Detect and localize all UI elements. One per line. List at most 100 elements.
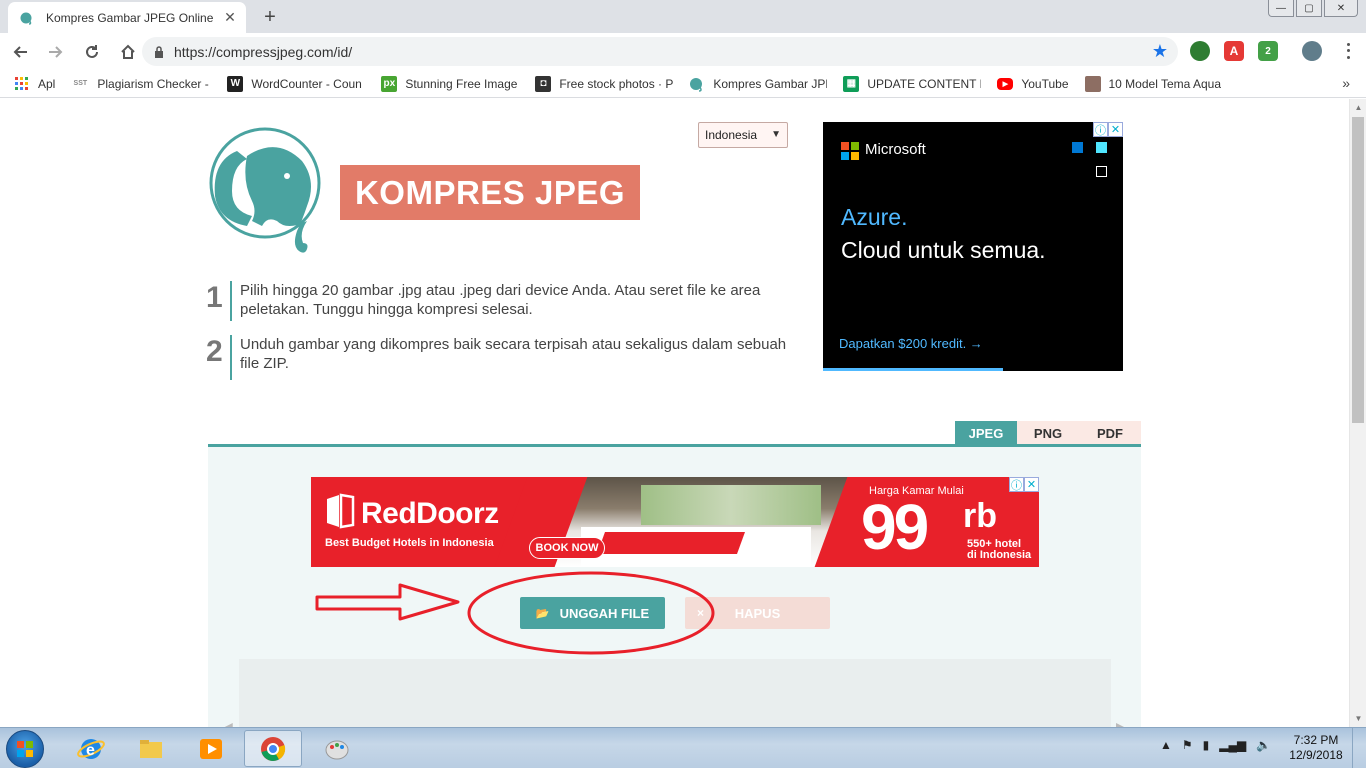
home-icon (121, 44, 135, 59)
taskbar-paint[interactable] (308, 730, 366, 767)
language-value: Indonesia (705, 128, 758, 142)
bookmark-label: 10 Model Tema Aqua (1108, 76, 1221, 91)
ad-hotel-count: 550+ hotel di Indonesia (967, 539, 1031, 561)
url-text: https://compressjpeg.com/id/ (174, 43, 353, 60)
new-tab-button[interactable]: + (258, 5, 282, 29)
bookmark-model-tema-aqua[interactable]: 10 Model Tema Aqua (1084, 75, 1221, 92)
lock-icon (155, 45, 163, 58)
ad-choices: ⓘ ✕ (1009, 477, 1039, 492)
elephant-logo-icon (209, 127, 321, 253)
ad-hotel-line: di Indonesia (967, 549, 1032, 561)
taskbar-ie[interactable]: e (62, 730, 120, 767)
sst-icon: SST (73, 80, 88, 87)
tab-pdf[interactable]: PDF (1079, 421, 1141, 446)
bookmark-plagiarism-checker[interactable]: SST Plagiarism Checker - (71, 76, 211, 92)
home-button[interactable] (112, 36, 144, 68)
window-controls: — ▢ ✕ (1268, 0, 1358, 17)
windows-logo-icon (17, 741, 33, 757)
acrobat-extension-icon[interactable]: A (1224, 41, 1244, 61)
tab-jpeg[interactable]: JPEG (955, 421, 1017, 446)
book-now-button[interactable]: BOOK NOW (529, 537, 605, 559)
ad-info-icon[interactable]: ⓘ (1009, 477, 1024, 492)
action-center-flag-icon[interactable]: ⚑ (1182, 738, 1193, 752)
bookmarks-more-icon[interactable]: » (1342, 75, 1350, 91)
forward-button[interactable] (40, 36, 72, 68)
step-number: 1 (206, 281, 223, 314)
ad-cta[interactable]: Dapatkan $200 kredit. → (839, 336, 983, 351)
brand-title: KOMPRES JPEG (340, 165, 640, 220)
tray-expand-icon[interactable]: ▲ (1160, 738, 1172, 752)
taskbar-explorer[interactable] (122, 730, 180, 767)
reload-button[interactable] (76, 36, 108, 68)
start-button[interactable] (6, 730, 44, 768)
chrome-icon (261, 736, 286, 761)
step-1: 1 Pilih hingga 20 gambar .jpg atau .jpeg… (206, 281, 800, 321)
ad-headline-azure: Azure. (841, 204, 908, 230)
annotation-overlay (315, 571, 715, 655)
clock-time: 7:32 PM (1293, 733, 1339, 747)
ad-info-icon[interactable]: ⓘ (1093, 122, 1108, 137)
bookmark-update-content[interactable]: ▦ UPDATE CONTENT P (843, 75, 982, 92)
show-desktop-button[interactable] (1352, 728, 1366, 768)
bookmark-label: Apl (38, 76, 56, 91)
taskbar-chrome[interactable] (244, 730, 302, 767)
step-divider (230, 281, 232, 321)
bookmark-free-stock-photos[interactable]: ◘ Free stock photos · P (535, 75, 674, 92)
reddoorz-ad[interactable]: RedDoorz Best Budget Hotels in Indonesia… (311, 477, 1039, 567)
delete-label: HAPUS (734, 605, 781, 621)
apps-grid-icon (15, 76, 28, 90)
elephant-icon (20, 12, 32, 25)
ad-photo-window (641, 485, 821, 525)
minimize-button[interactable]: — (1268, 0, 1294, 17)
tab-png[interactable]: PNG (1017, 421, 1079, 446)
ad-tagline: Best Budget Hotels in Indonesia (325, 537, 494, 549)
power-icon[interactable]: ▮ (1203, 738, 1210, 752)
language-select[interactable]: Indonesia ▼ (698, 122, 788, 148)
scroll-down-icon[interactable]: ▼ (1350, 710, 1366, 727)
system-tray: ▲ ⚑ ▮ ▂▄▆ 🔈 (1160, 738, 1271, 752)
square-icon (1096, 142, 1107, 153)
ad-accent-bar (823, 368, 1003, 371)
grammar-extension-icon[interactable]: 2 (1258, 41, 1278, 61)
browser-tab[interactable]: Kompres Gambar JPEG Online ✕ (8, 2, 246, 33)
scroll-up-icon[interactable]: ▲ (1350, 99, 1366, 116)
vertical-scrollbar[interactable]: ▲ ▼ (1349, 99, 1366, 727)
bookmark-youtube[interactable]: ▶ YouTube (997, 77, 1069, 91)
taskbar-media-player[interactable] (182, 730, 240, 767)
camera-icon: ◘ (535, 75, 552, 92)
carousel-next-icon[interactable]: ▶ (1116, 719, 1127, 727)
bookmarks-bar: Apl SST Plagiarism Checker - W WordCount… (0, 70, 1366, 98)
ad-price: 99 (861, 491, 929, 563)
bookmark-star-icon[interactable]: ★ (1152, 41, 1168, 62)
network-signal-icon[interactable]: ▂▄▆ (1219, 738, 1246, 752)
carousel-prev-icon[interactable]: ◀ (222, 719, 233, 727)
taskbar-clock[interactable]: 7:32 PM 12/9/2018 (1286, 733, 1346, 763)
step-text: Pilih hingga 20 gambar .jpg atau .jpeg d… (240, 282, 761, 318)
ad-headline-cloud: Cloud untuk semua. (841, 237, 1046, 263)
bookmark-label: UPDATE CONTENT P (867, 76, 982, 91)
step-text: Unduh gambar yang dikompres baik secara … (240, 336, 787, 372)
ad-close-icon[interactable]: ✕ (1108, 122, 1123, 137)
menu-kebab-icon[interactable] (1340, 41, 1356, 61)
drop-zone[interactable] (239, 659, 1111, 727)
scroll-thumb[interactable] (1352, 117, 1364, 423)
bookmark-apps[interactable]: Apl (14, 76, 55, 92)
bookmark-stunning-free-image[interactable]: px Stunning Free Image (381, 75, 519, 92)
globe-extension-icon[interactable] (1190, 41, 1210, 61)
page-viewport: KOMPRES JPEG Indonesia ▼ 1 Pilih hingga … (0, 99, 1349, 727)
volume-icon[interactable]: 🔈 (1256, 738, 1271, 752)
profile-avatar-icon[interactable] (1302, 41, 1322, 61)
bookmark-label: Free stock photos · P (559, 76, 674, 91)
microsoft-ad[interactable]: ⓘ ✕ Microsoft Azure. Cloud untuk semua. … (823, 122, 1123, 371)
bookmark-label: Kompres Gambar JPE (713, 76, 828, 91)
bookmark-kompres-gambar[interactable]: Kompres Gambar JPE (689, 76, 827, 92)
close-window-button[interactable]: ✕ (1324, 0, 1358, 17)
back-button[interactable] (4, 36, 36, 68)
ad-close-icon[interactable]: ✕ (1024, 477, 1039, 492)
address-bar[interactable]: https://compressjpeg.com/id/ ★ (142, 37, 1178, 66)
browser-toolbar: https://compressjpeg.com/id/ ★ A 2 (0, 33, 1366, 70)
tab-close-icon[interactable]: ✕ (218, 6, 242, 30)
internet-explorer-icon: e (77, 738, 105, 759)
maximize-button[interactable]: ▢ (1296, 0, 1322, 17)
bookmark-wordcounter[interactable]: W WordCounter - Coun (227, 75, 365, 92)
